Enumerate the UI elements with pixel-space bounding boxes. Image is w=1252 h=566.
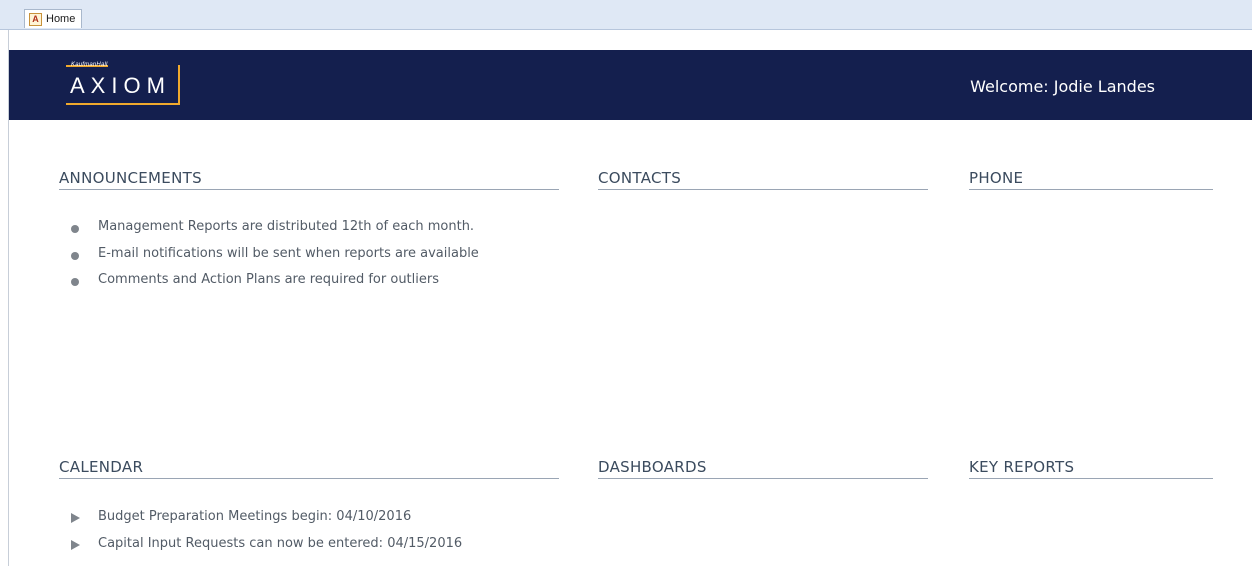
bullet-icon [71,278,79,286]
calendar-list: Budget Preparation Meetings begin: 04/10… [59,509,559,562]
phone-section: PHONE [969,169,1213,190]
dashboards-section: DASHBOARDS [598,458,928,479]
triangle-bullet-icon [71,539,80,550]
list-item: Budget Preparation Meetings begin: 04/10… [59,509,559,536]
key-reports-heading: KEY REPORTS [969,458,1213,479]
announcements-list: Management Reports are distributed 12th … [59,219,559,299]
tab-home[interactable]: A Home [24,9,83,28]
list-item: E-mail notifications will be sent when r… [59,246,559,273]
contacts-heading: CONTACTS [598,169,928,190]
list-item: Capital Input Requests can now be entere… [59,536,559,563]
list-item: Comments and Action Plans are required f… [59,272,559,299]
axiom-logo: AXIOM [70,73,171,98]
document-tab-strip: A Home [0,0,1252,30]
brand-subtitle: KaufmanHall [71,62,108,68]
axiom-app-icon: A [29,12,42,26]
header-banner: KaufmanHall AXIOM Welcome: Jodie Landes [9,50,1252,120]
tab-home-label: Home [46,13,76,25]
bullet-icon [71,251,79,260]
announcement-text: Management Reports are distributed 12th … [98,219,475,234]
calendar-heading: CALENDAR [59,458,559,479]
phone-heading: PHONE [969,169,1213,190]
calendar-text: Capital Input Requests can now be entere… [98,535,463,551]
key-reports-section: KEY REPORTS [969,458,1213,479]
bullet-icon [71,225,79,233]
dashboards-heading: DASHBOARDS [598,458,928,479]
triangle-bullet-icon [71,513,80,523]
announcement-text: Comments and Action Plans are required f… [98,272,439,287]
announcements-section: ANNOUNCEMENTS Management Reports are dis… [59,169,559,299]
calendar-section: CALENDAR Budget Preparation Meetings beg… [59,458,559,562]
calendar-text: Budget Preparation Meetings begin: 04/10… [98,509,412,524]
announcement-text: E-mail notifications will be sent when r… [98,245,479,261]
announcements-heading: ANNOUNCEMENTS [59,169,559,190]
contacts-section: CONTACTS [598,169,928,190]
welcome-text: Welcome: Jodie Landes [970,77,1155,96]
list-item: Management Reports are distributed 12th … [59,219,559,246]
